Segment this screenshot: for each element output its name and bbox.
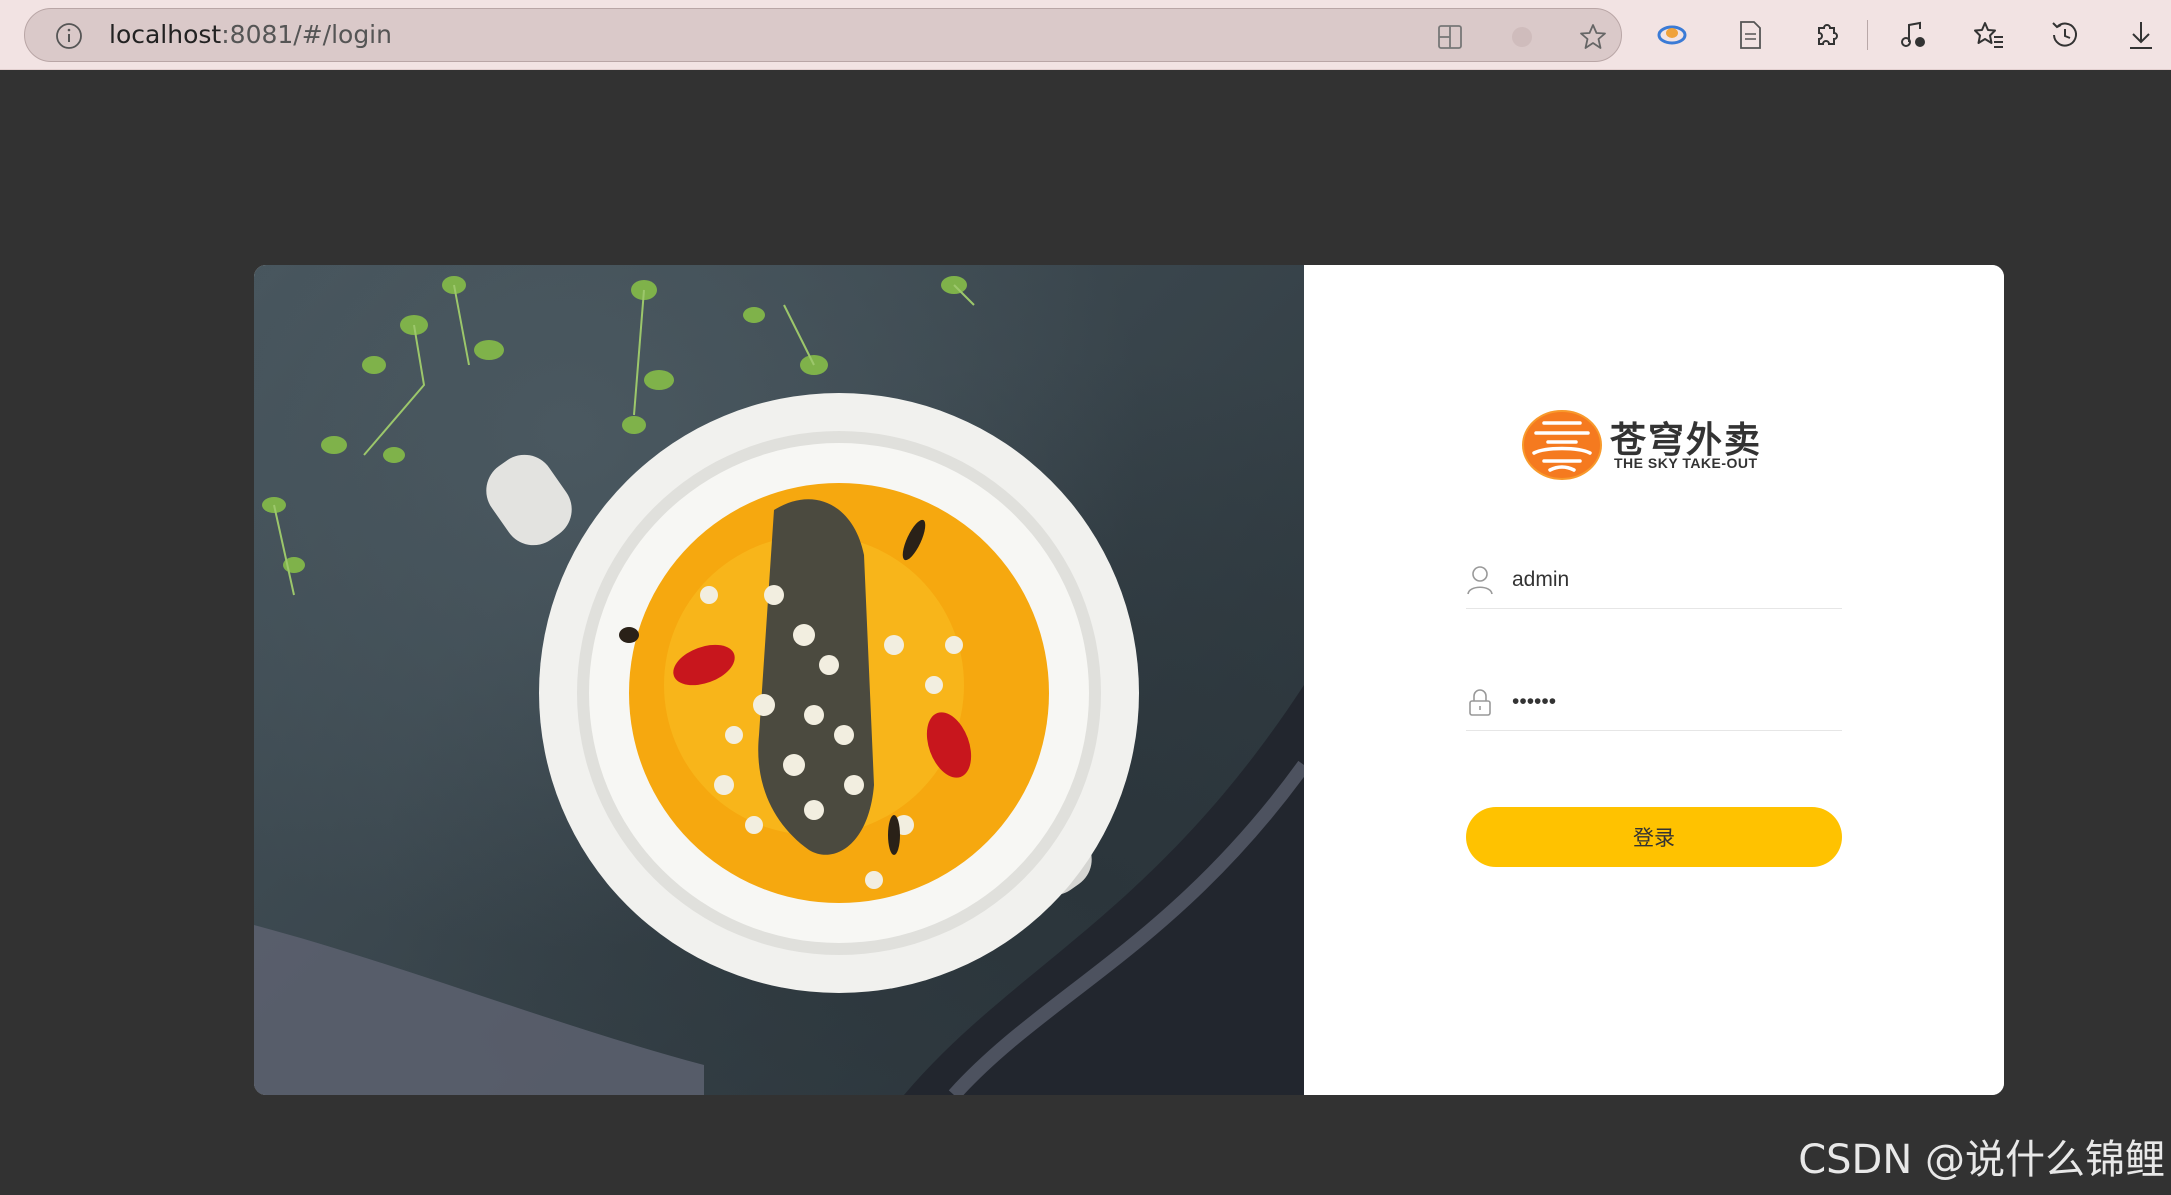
- url-host: localhost: [109, 20, 222, 49]
- favorites-icon[interactable]: [1972, 18, 2006, 52]
- username-input[interactable]: [1512, 563, 1832, 597]
- login-card: 苍穹外卖 THE SKY TAKE-OUT 登录: [254, 265, 2004, 1095]
- watermark: CSDN @说什么锦鲤: [1798, 1137, 2165, 1183]
- reading-view-icon[interactable]: [1733, 18, 1767, 52]
- password-input[interactable]: [1512, 685, 1832, 719]
- browser-toolbar: localhost:8081/#/login: [0, 0, 2171, 70]
- copilot-icon[interactable]: [1655, 18, 1689, 52]
- login-panel: 苍穹外卖 THE SKY TAKE-OUT 登录: [1304, 265, 2004, 1095]
- logo-emblem-icon: [1522, 409, 1602, 481]
- toolbar-divider: [1867, 20, 1868, 50]
- login-button[interactable]: 登录: [1466, 807, 1842, 867]
- downloads-icon[interactable]: [2124, 18, 2158, 52]
- brand-logo: 苍穹外卖 THE SKY TAKE-OUT: [1522, 405, 1782, 485]
- logo-english-text: THE SKY TAKE-OUT: [1614, 455, 1758, 471]
- site-info-icon[interactable]: [55, 22, 83, 50]
- address-bar[interactable]: localhost:8081/#/login: [24, 8, 1622, 62]
- split-screen-icon[interactable]: [1435, 22, 1465, 52]
- translate-icon[interactable]: [1507, 22, 1537, 52]
- extensions-icon[interactable]: [1809, 18, 1843, 52]
- password-field: [1466, 677, 1842, 731]
- history-icon[interactable]: [2048, 18, 2082, 52]
- favorite-star-icon[interactable]: [1578, 22, 1608, 52]
- url-path: :8081/#/login: [221, 20, 392, 49]
- user-icon: [1466, 565, 1494, 595]
- url-text[interactable]: localhost:8081/#/login: [109, 9, 392, 61]
- lock-icon: [1466, 687, 1494, 717]
- media-control-icon[interactable]: [1896, 18, 1930, 52]
- hero-food-image: [254, 265, 1304, 1095]
- username-field: [1466, 555, 1842, 609]
